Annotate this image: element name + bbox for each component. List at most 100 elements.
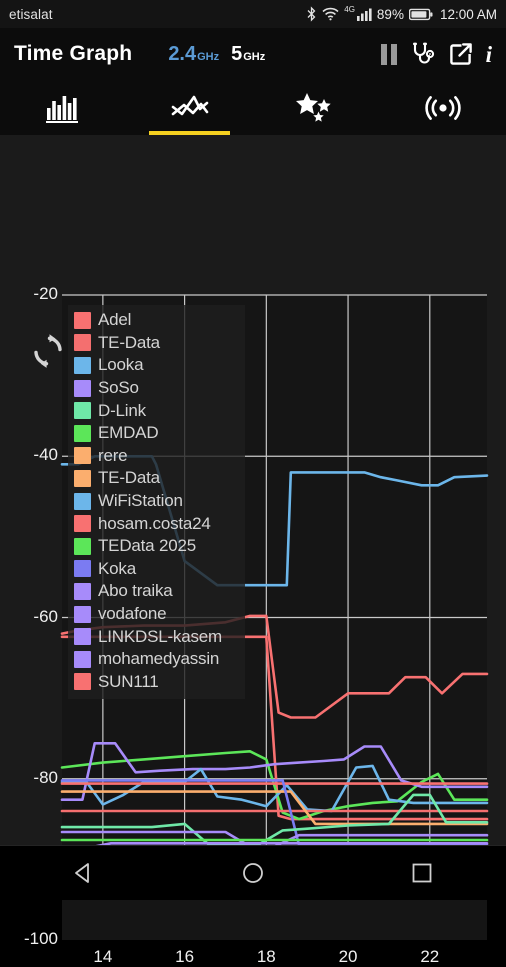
band-2.4ghz-button[interactable]: 2.4 GHz bbox=[168, 43, 219, 66]
series-legend[interactable]: AdelTE-DataLookaSoSoD-LinkEMDADrereTE-Da… bbox=[68, 305, 245, 699]
legend-item[interactable]: Adel bbox=[74, 309, 239, 332]
tab-access-points[interactable] bbox=[380, 80, 506, 135]
legend-swatch bbox=[74, 425, 91, 442]
share-button[interactable] bbox=[449, 42, 473, 66]
legend-swatch bbox=[74, 673, 91, 690]
legend-label: SUN111 bbox=[98, 672, 159, 692]
legend-item[interactable]: TE-Data bbox=[74, 467, 239, 490]
status-icons: 4G 89% 12:00 AM bbox=[306, 6, 497, 23]
legend-swatch bbox=[74, 402, 91, 419]
legend-item[interactable]: LINKDSL-kasem bbox=[74, 625, 239, 648]
battery-percent-label: 89% bbox=[377, 7, 404, 22]
legend-label: SoSo bbox=[98, 378, 139, 398]
band-5ghz-button[interactable]: 5 GHz bbox=[231, 43, 265, 66]
x-axis-tick-label: 22 bbox=[410, 947, 450, 967]
legend-item[interactable]: TE-Data bbox=[74, 332, 239, 355]
legend-swatch bbox=[74, 628, 91, 645]
wifi-icon bbox=[322, 7, 339, 21]
legend-swatch bbox=[74, 515, 91, 532]
legend-label: Koka bbox=[98, 559, 136, 579]
legend-item[interactable]: D-Link bbox=[74, 399, 239, 422]
legend-label: D-Link bbox=[98, 401, 146, 421]
legend-item[interactable]: hosam.costa24 bbox=[74, 512, 239, 535]
bar-chart-icon bbox=[44, 92, 82, 124]
tab-time-graph[interactable] bbox=[127, 80, 254, 135]
network-type-label: 4G bbox=[344, 5, 355, 14]
legend-label: Abo traika bbox=[98, 581, 173, 601]
y-axis-tick-label: -60 bbox=[0, 607, 58, 627]
legend-item[interactable]: Koka bbox=[74, 558, 239, 581]
legend-swatch bbox=[74, 493, 91, 510]
battery-icon bbox=[409, 8, 433, 21]
tab-bar bbox=[0, 80, 506, 135]
page-title: Time Graph bbox=[14, 42, 132, 66]
legend-item[interactable]: Looka bbox=[74, 354, 239, 377]
legend-item[interactable]: Abo traika bbox=[74, 580, 239, 603]
y-axis-tick-label: -40 bbox=[0, 445, 58, 465]
bluetooth-icon bbox=[306, 6, 317, 23]
tab-channel-graph[interactable] bbox=[0, 80, 127, 135]
legend-label: TEData 2025 bbox=[98, 536, 196, 556]
legend-item[interactable]: SUN111 bbox=[74, 671, 239, 694]
pause-icon bbox=[381, 44, 397, 65]
legend-swatch bbox=[74, 312, 91, 329]
legend-item[interactable]: EMDAD bbox=[74, 422, 239, 445]
legend-item[interactable]: rere bbox=[74, 445, 239, 468]
time-graph-icon bbox=[171, 93, 209, 123]
legend-label: rere bbox=[98, 446, 127, 466]
legend-swatch bbox=[74, 583, 91, 600]
legend-label: mohamedyassin bbox=[98, 649, 219, 669]
action-buttons: i bbox=[381, 41, 496, 67]
legend-swatch bbox=[74, 357, 91, 374]
legend-label: LINKDSL-kasem bbox=[98, 627, 222, 647]
refresh-icon bbox=[28, 331, 68, 371]
nav-back-button[interactable] bbox=[44, 853, 124, 893]
tab-channel-rating[interactable] bbox=[253, 80, 380, 135]
nav-recents-button[interactable] bbox=[382, 853, 462, 893]
x-axis-tick-label: 16 bbox=[165, 947, 205, 967]
legend-swatch bbox=[74, 447, 91, 464]
carrier-label: etisalat bbox=[9, 7, 306, 22]
nav-home-button[interactable] bbox=[213, 853, 293, 893]
legend-swatch bbox=[74, 334, 91, 351]
legend-label: WiFiStation bbox=[98, 491, 183, 511]
info-button[interactable]: i bbox=[486, 43, 492, 66]
share-icon bbox=[449, 42, 473, 66]
legend-swatch bbox=[74, 538, 91, 555]
legend-item[interactable]: TEData 2025 bbox=[74, 535, 239, 558]
stethoscope-button[interactable] bbox=[410, 41, 436, 67]
refresh-button[interactable] bbox=[28, 331, 68, 371]
back-triangle-icon bbox=[72, 861, 96, 885]
action-bar: Time Graph 2.4 GHz 5 GHz bbox=[0, 28, 506, 80]
legend-label: hosam.costa24 bbox=[98, 514, 211, 534]
pause-button[interactable] bbox=[381, 44, 397, 65]
legend-label: TE-Data bbox=[98, 333, 160, 353]
legend-item[interactable]: SoSo bbox=[74, 377, 239, 400]
legend-item[interactable]: vodafone bbox=[74, 603, 239, 626]
legend-label: Looka bbox=[98, 355, 143, 375]
android-nav-bar bbox=[0, 845, 506, 900]
stars-icon bbox=[294, 92, 338, 124]
home-circle-icon bbox=[241, 861, 265, 885]
band-5ghz-unit: GHz bbox=[243, 51, 265, 63]
radar-icon bbox=[425, 91, 461, 125]
legend-label: Adel bbox=[98, 310, 131, 330]
legend-swatch bbox=[74, 470, 91, 487]
y-axis-tick-label: -20 bbox=[0, 284, 58, 304]
legend-swatch bbox=[74, 606, 91, 623]
band-2.4ghz-number: 2.4 bbox=[168, 43, 196, 66]
stethoscope-icon bbox=[410, 41, 436, 67]
band-5ghz-number: 5 bbox=[231, 43, 242, 66]
legend-label: TE-Data bbox=[98, 468, 160, 488]
x-axis-tick-label: 18 bbox=[246, 947, 286, 967]
legend-item[interactable]: mohamedyassin bbox=[74, 648, 239, 671]
legend-label: EMDAD bbox=[98, 423, 158, 443]
legend-item[interactable]: WiFiStation bbox=[74, 490, 239, 513]
recents-square-icon bbox=[410, 861, 434, 885]
status-bar: etisalat 4G 89% bbox=[0, 0, 506, 28]
time-graph-panel: -20-40-60-80-100 1416182022 AdelTE-DataL… bbox=[0, 135, 506, 900]
y-axis-tick-label: -80 bbox=[0, 768, 58, 788]
cellular-signal-icon bbox=[357, 8, 372, 21]
x-axis-tick-label: 20 bbox=[328, 947, 368, 967]
legend-swatch bbox=[74, 380, 91, 397]
